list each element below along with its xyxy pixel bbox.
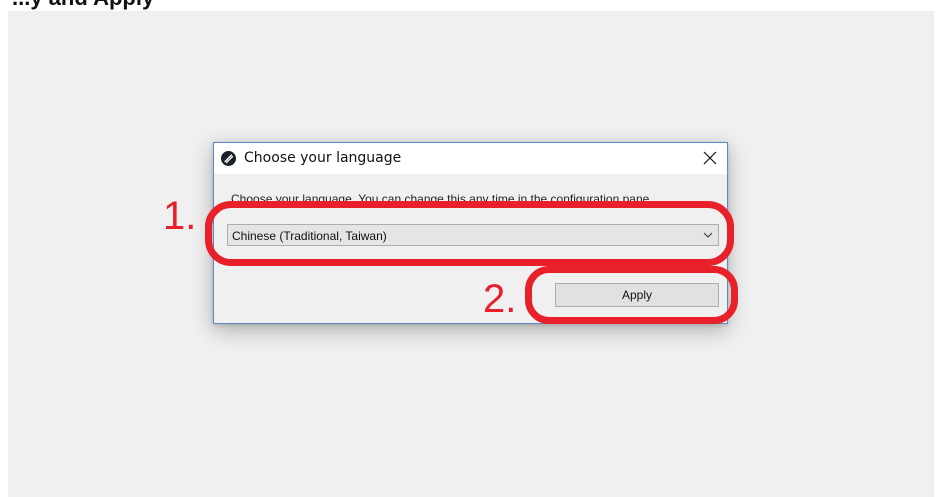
language-select-value: Chinese (Traditional, Taiwan) xyxy=(232,229,387,243)
app-icon xyxy=(221,151,236,166)
language-select[interactable]: Chinese (Traditional, Taiwan) xyxy=(227,224,719,246)
close-button[interactable] xyxy=(693,143,727,174)
dialog-prompt: Choose your language. You can change thi… xyxy=(231,192,650,206)
step-2-label: 2. xyxy=(483,277,517,321)
dialog-title: Choose your language xyxy=(244,150,402,166)
step-1-label: 1. xyxy=(163,194,197,238)
apply-button[interactable]: Apply xyxy=(555,283,719,307)
close-icon[interactable] xyxy=(703,151,717,165)
page-header-fragment: ...y and Apply xyxy=(12,0,154,9)
chevron-down-icon[interactable] xyxy=(703,231,713,239)
language-dialog: Choose your language Choose your languag… xyxy=(213,142,728,324)
dialog-titlebar[interactable]: Choose your language xyxy=(214,143,727,174)
